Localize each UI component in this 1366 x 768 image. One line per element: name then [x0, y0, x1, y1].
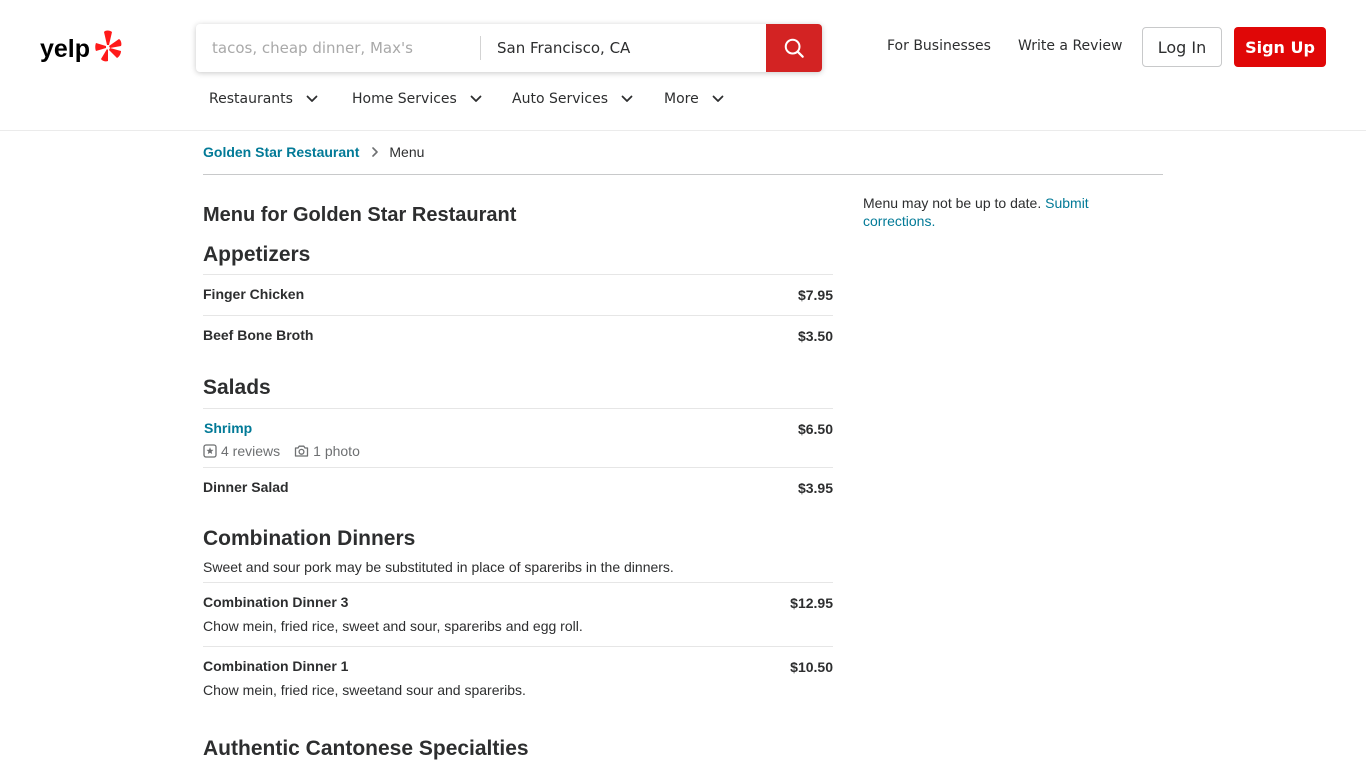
for-businesses-link[interactable]: For Businesses	[887, 38, 991, 54]
menu-item-name: Combination Dinner 1	[203, 658, 349, 674]
yelp-logo[interactable]: yelp	[40, 30, 122, 66]
menu-item: Dinner Salad $3.95	[203, 467, 833, 508]
menu-item-price: $3.95	[797, 480, 833, 496]
search-find-input[interactable]	[196, 24, 480, 72]
reviews-link[interactable]: 4 reviews	[203, 443, 280, 459]
section-title: Appetizers	[203, 243, 311, 266]
chevron-down-icon	[469, 92, 483, 106]
photos-count: 1 photo	[313, 443, 360, 459]
menu-section-salads: Salads Shrimp $6.50 4 reviews 1 photo Di…	[203, 374, 833, 508]
menu-item: Shrimp $6.50 4 reviews 1 photo	[203, 408, 833, 467]
menu-content: Menu for Golden Star Restaurant Appetize…	[203, 200, 833, 768]
menu-item-name-link[interactable]: Shrimp	[204, 420, 252, 436]
nav-more-label: More	[664, 91, 699, 107]
search-icon	[784, 38, 804, 58]
menu-item-price: $7.95	[797, 287, 833, 303]
menu-item: Combination Dinner 1 $10.50 Chow mein, f…	[203, 646, 833, 710]
chevron-down-icon	[620, 92, 634, 106]
search-divider	[480, 36, 481, 60]
write-review-link[interactable]: Write a Review	[1018, 38, 1122, 54]
header: yelp For Businesses Write a Review Log I…	[0, 0, 1366, 131]
menu-item: Combination Dinner 3 $12.95 Chow mein, f…	[203, 582, 833, 646]
menu-item-description: Chow mein, fried rice, sweetand sour and…	[203, 682, 526, 698]
section-title: Salads	[203, 376, 271, 399]
chevron-down-icon	[711, 92, 725, 106]
svg-text:yelp: yelp	[40, 35, 90, 63]
menu-item-name: Beef Bone Broth	[203, 327, 314, 343]
breadcrumb: Golden Star Restaurant Menu	[203, 144, 1163, 175]
photos-link[interactable]: 1 photo	[294, 443, 360, 459]
section-title: Combination Dinners	[203, 527, 416, 550]
menu-item: Beef Bone Broth $3.50	[203, 315, 833, 357]
menu-section-appetizers: Appetizers Finger Chicken $7.95 Beef Bon…	[203, 241, 833, 357]
menu-disclaimer: Menu may not be up to date. Submit corre…	[863, 194, 1123, 230]
menu-section-cantonese-specialties: Authentic Cantonese Specialties	[203, 735, 833, 768]
nav-more[interactable]: More	[664, 88, 725, 110]
search-bar	[196, 24, 822, 72]
reviews-count: 4 reviews	[221, 443, 281, 459]
nav-auto-services[interactable]: Auto Services	[512, 88, 634, 110]
menu-item-name: Dinner Salad	[203, 479, 289, 495]
search-button[interactable]	[766, 24, 822, 72]
login-button[interactable]: Log In	[1142, 27, 1222, 67]
menu-item-price: $12.95	[790, 595, 833, 611]
menu-item-meta: 4 reviews 1 photo	[203, 443, 360, 459]
chevron-right-icon	[371, 144, 379, 157]
menu-item-name: Combination Dinner 3	[203, 594, 349, 610]
menu-item-name: Finger Chicken	[203, 286, 305, 302]
menu-item-description: Chow mein, fried rice, sweet and sour, s…	[203, 618, 583, 634]
page-title: Menu for Golden Star Restaurant	[203, 204, 517, 226]
nav-home-services-label: Home Services	[352, 91, 457, 107]
camera-icon	[294, 445, 309, 457]
breadcrumb-business-link[interactable]: Golden Star Restaurant	[203, 144, 359, 160]
nav-restaurants-label: Restaurants	[209, 91, 293, 107]
menu-item-price: $3.50	[797, 328, 833, 344]
breadcrumb-current: Menu	[389, 144, 425, 160]
chevron-down-icon	[305, 92, 319, 106]
menu-disclaimer-text: Menu may not be up to date.	[863, 195, 1042, 211]
section-title: Authentic Cantonese Specialties	[203, 737, 529, 760]
menu-item-price: $10.50	[790, 659, 833, 675]
signup-button[interactable]: Sign Up	[1234, 27, 1326, 67]
nav-auto-services-label: Auto Services	[512, 91, 608, 107]
search-location-input[interactable]	[482, 24, 766, 72]
nav-restaurants[interactable]: Restaurants	[209, 88, 319, 110]
menu-section-combination-dinners: Combination Dinners Sweet and sour pork …	[203, 525, 833, 710]
menu-item: Finger Chicken $7.95	[203, 274, 833, 315]
nav-home-services[interactable]: Home Services	[352, 88, 483, 110]
review-star-icon	[203, 444, 217, 458]
menu-item-price: $6.50	[797, 421, 833, 437]
section-note: Sweet and sour pork may be substituted i…	[203, 559, 674, 575]
